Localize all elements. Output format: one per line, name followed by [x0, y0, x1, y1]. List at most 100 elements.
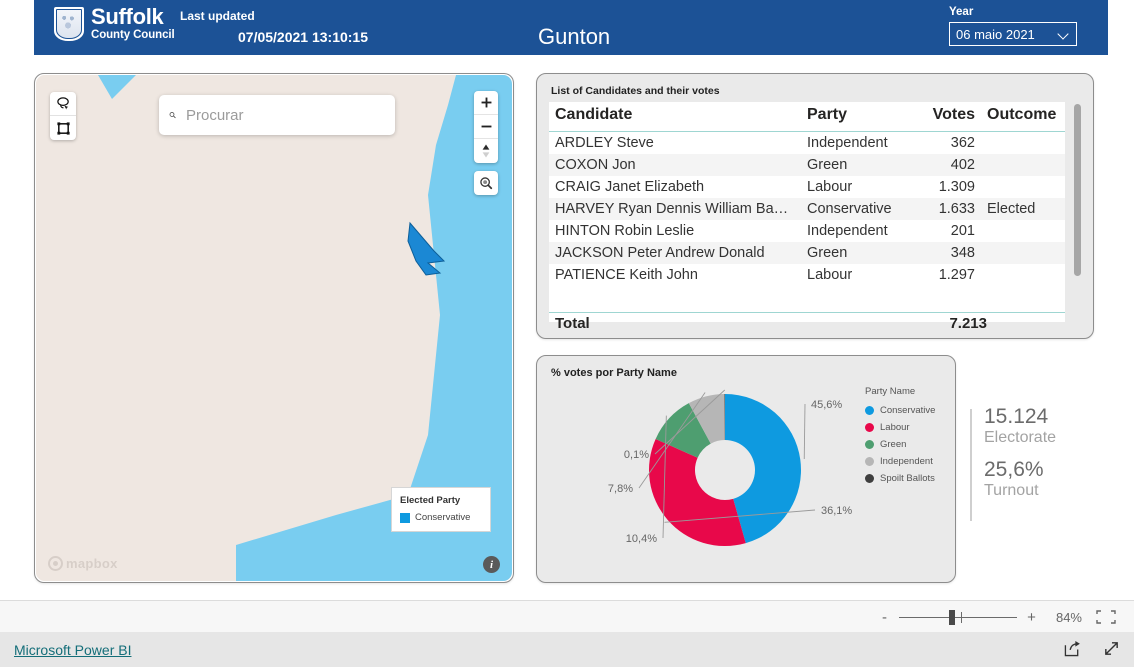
fullscreen-icon [1105, 642, 1118, 655]
mapbox-label: mapbox [66, 556, 118, 571]
party-votes-pie-visual[interactable]: % votes por Party Name 45,6% 36,1% 10,4% 7,… [536, 355, 956, 583]
pie-data-label: 10,4% [626, 533, 657, 545]
pie-data-label: 7,8% [608, 483, 633, 495]
cell-candidate: CRAIG Janet Elizabeth [555, 179, 705, 195]
candidates-table-scroll-area[interactable]: Candidate Party Votes Outcome ARDLEY Ste… [549, 102, 1065, 322]
powerbi-link[interactable]: Microsoft Power BI [14, 642, 131, 658]
pie-legend-item[interactable]: Green [865, 439, 935, 450]
map-legend-item-label: Conservative [415, 512, 471, 523]
column-header-party[interactable]: Party [801, 102, 911, 132]
zoom-percent-label: 84% [1055, 609, 1082, 625]
logo-line1: Suffolk [91, 4, 164, 29]
map-zoom-in-button[interactable] [474, 91, 498, 115]
pie-legend-title: Party Name [865, 386, 916, 397]
column-header-candidate[interactable]: Candidate [549, 102, 801, 132]
pie-legend-item[interactable]: Conservative [865, 405, 935, 416]
cell-party: Green [801, 242, 911, 264]
pie-leader-line [803, 403, 806, 459]
year-filter-dropdown[interactable]: 06 maio 2021 [949, 22, 1077, 46]
lasso-select-tool[interactable] [50, 92, 76, 116]
cell-votes: 348 [911, 242, 981, 264]
pie-legend-label: Spoilt Ballots [880, 473, 935, 484]
map-compass-button[interactable] [474, 139, 498, 163]
map-legend-item: Conservative [400, 512, 482, 523]
table-row[interactable]: HARVEY Ryan Dennis William Banks Conserva… [549, 198, 1065, 220]
map-search-input[interactable] [186, 106, 385, 124]
table-row[interactable]: HINTON Robin Leslie Independent 201 [549, 220, 1065, 242]
logo-line2: County Council [91, 29, 175, 41]
zoom-in-button[interactable]: + [1025, 610, 1038, 625]
legend-dot-independent [865, 457, 874, 466]
compass-icon [482, 144, 490, 158]
column-header-votes[interactable]: Votes [911, 102, 981, 132]
pie-chart-canvas[interactable]: 45,6% 36,1% 10,4% 7,8% 0,1% [597, 374, 867, 574]
turnout-label: Turnout [984, 481, 1039, 499]
mapbox-attribution[interactable]: mapbox [48, 556, 118, 571]
share-button[interactable] [1064, 640, 1081, 662]
table-row[interactable]: COXON Jon Green 402 [549, 154, 1065, 176]
pie-legend-items: Conservative Labour Green Independent Spoilt… [865, 405, 935, 484]
cell-outcome [981, 176, 1065, 198]
map-select-tools[interactable] [50, 92, 76, 140]
table-row[interactable]: JACKSON Peter Andrew Donald Green 348 [549, 242, 1065, 264]
page-title: Gunton [538, 24, 611, 49]
cell-candidate: ARDLEY Steve [555, 135, 654, 151]
electorate-label: Electorate [984, 429, 1057, 447]
map-info-button[interactable]: i [483, 556, 500, 573]
column-header-outcome[interactable]: Outcome [981, 102, 1065, 132]
table-scrollbar[interactable] [1074, 104, 1081, 326]
cell-outcome [981, 154, 1065, 176]
mapbox-logo-icon [48, 556, 63, 571]
pie-legend-label: Conservative [880, 405, 936, 416]
legend-dot-conservative [865, 406, 874, 415]
map-legend-title: Elected Party [400, 495, 461, 506]
suffolk-logo: Suffolk County Council [54, 6, 175, 42]
kpi-divider [970, 409, 972, 521]
fit-to-page-button[interactable] [1096, 610, 1116, 624]
zoom-slider[interactable] [899, 609, 1017, 625]
fit-to-page-icon [1096, 610, 1116, 624]
year-filter-label: Year [949, 6, 974, 18]
map-find-button[interactable] [474, 171, 498, 195]
pie-slices[interactable] [649, 394, 802, 546]
candidates-table: Candidate Party Votes Outcome ARDLEY Ste… [549, 102, 1065, 286]
cell-candidate: JACKSON Peter Andrew Donald [549, 242, 801, 264]
map-search-box[interactable] [159, 95, 395, 135]
table-row[interactable]: CRAIG Janet Elizabeth Labour 1.309 [549, 176, 1065, 198]
cell-candidate: PATIENCE Keith John [555, 267, 698, 283]
year-filter-value: 06 maio 2021 [956, 26, 1035, 42]
table-row[interactable]: PATIENCE Keith John Labour 1.297 [549, 264, 1065, 286]
suffolk-logo-text: Suffolk County Council [91, 6, 175, 42]
zoom-controls[interactable]: - + 84% [878, 601, 1116, 633]
kpi-group: 15.124 Electorate 25,6% Turnout [970, 405, 1100, 525]
map-surface[interactable]: Elected Party Conservative mapbox i [36, 75, 512, 581]
legend-dot-green [865, 440, 874, 449]
cell-outcome [981, 264, 1065, 286]
cell-party: Labour [807, 267, 853, 283]
cell-votes: 1.297 [938, 267, 975, 283]
chevron-down-icon [1059, 29, 1070, 40]
zoom-slider-tick [961, 611, 962, 623]
cell-party: Green [801, 154, 911, 176]
report-canvas: Elected Party Conservative mapbox i List… [34, 55, 1108, 600]
pie-legend-item[interactable]: Independent [865, 456, 935, 467]
table-row[interactable]: ARDLEY Steve Independent 362 [549, 132, 1065, 155]
minus-icon [481, 125, 491, 128]
cell-party: Independent [807, 135, 888, 151]
table-total-label: Total [555, 315, 590, 332]
map-zoom-controls[interactable] [474, 91, 498, 163]
box-select-tool[interactable] [50, 116, 76, 140]
map-zoom-out-button[interactable] [474, 115, 498, 139]
table-scrollbar-thumb[interactable] [1074, 104, 1081, 276]
zoom-out-button[interactable]: - [878, 610, 891, 625]
pie-legend-item[interactable]: Spoilt Ballots [865, 473, 935, 484]
zoom-slider-thumb[interactable] [949, 609, 955, 625]
pie-legend-item[interactable]: Labour [865, 422, 935, 433]
candidates-table-visual[interactable]: List of Candidates and their votes Candi… [536, 73, 1094, 339]
last-updated-value: 07/05/2021 13:10:15 [238, 29, 368, 45]
magnifier-icon [480, 177, 493, 190]
map-visual[interactable]: Elected Party Conservative mapbox i [34, 73, 514, 583]
cell-party: Conservative [801, 198, 911, 220]
fullscreen-button[interactable] [1103, 640, 1120, 662]
table-total-votes: 7.213 [949, 315, 987, 332]
